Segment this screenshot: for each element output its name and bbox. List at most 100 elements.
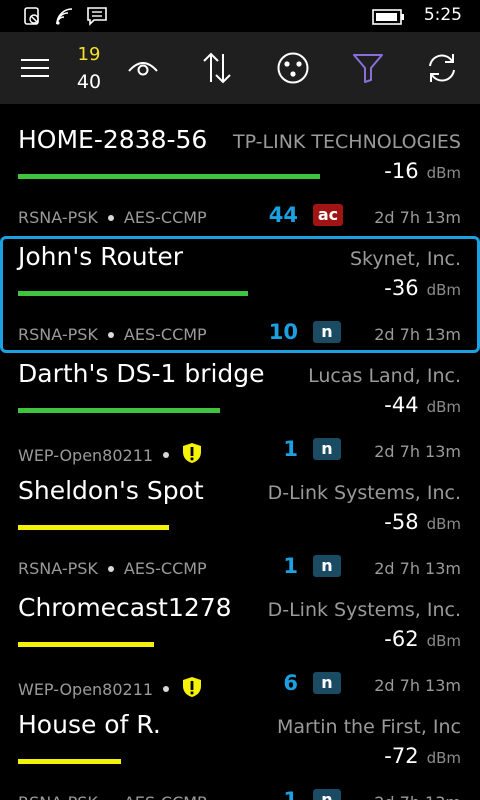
wifi-standard-badge: ac [313,204,343,226]
separator-dot [163,686,170,692]
clock: 5:25 [423,5,462,25]
security-type: RSNA-PSK [18,208,98,227]
last-seen: 2d 7h 13m [374,559,461,578]
network-name: John's Router [18,242,184,271]
wifi-icon [54,6,76,30]
message-icon [86,6,108,30]
refresh-icon [429,54,455,82]
security-type: RSNA-PSK [18,325,98,344]
signal-unit: dBm [426,281,461,299]
security-type: WEP-Open80211 [18,445,154,465]
network-item-selected[interactable]: John's Router Skynet, Inc. -36 dBm RSNA-PSK A… [0,236,480,353]
filter-icon [353,54,383,83]
last-seen: 2d 7h 13m [374,208,461,227]
wifi-standard-badge: n [313,672,341,694]
security-type: WEP-Open80211 [18,679,154,699]
channel-number: 6 [283,671,298,695]
network-item[interactable]: Darth's DS-1 bridge Lucas Land, Inc. -44 dB… [0,356,480,473]
channel-number: 1 [283,554,298,578]
security-type: RSNA-PSK [18,559,98,578]
security-info: WEP-Open80211 [18,442,203,468]
signal-strength-bar [18,291,248,296]
network-name: House of R. [18,710,161,739]
signal-dbm: -58 dBm [384,510,461,534]
signal-value: -58 [384,510,419,534]
network-item[interactable]: HOME-2838-56 TP-LINK TECHNOLOGIES -16 dBm RS… [0,122,480,239]
network-vendor: D-Link Systems, Inc. [267,482,461,504]
last-seen: 2d 7h 13m [374,325,461,344]
signal-dbm: -44 dBm [384,393,461,417]
last-seen: 2d 7h 13m [374,676,461,695]
network-vendor: D-Link Systems, Inc. [267,599,461,621]
sort-button[interactable] [192,32,242,104]
channel-number: 1 [283,437,298,461]
data-off-icon [22,6,42,30]
wifi-standard-badge: n [313,555,341,577]
signal-dbm: -72 dBm [384,744,461,768]
eye-icon [128,62,158,76]
network-vendor: Martin the First, Inc [276,716,461,738]
signal-dbm: -36 dBm [384,276,461,300]
signal-unit: dBm [426,515,461,533]
wifi-standard-badge: n [313,321,341,343]
network-name: Sheldon's Spot [18,476,204,505]
signal-strength-bar [18,642,154,647]
signal-strength-bar [18,174,320,179]
network-name: HOME-2838-56 [18,125,208,154]
signal-unit: dBm [426,632,461,650]
signal-value: -44 [384,393,419,417]
shield-warning-icon [181,442,203,468]
separator-dot [163,452,170,458]
signal-strength-bar [18,408,220,413]
signal-unit: dBm [426,398,461,416]
network-vendor: TP-LINK TECHNOLOGIES [233,131,461,153]
channels-button[interactable] [268,32,318,104]
signal-strength-bar [18,525,169,530]
network-count: 19 40 [62,32,116,104]
wifi-standard-badge: n [313,438,341,460]
total-count: 40 [76,71,102,93]
network-item[interactable]: House of R. Martin the First, Inc -72 dBm RS… [0,707,480,800]
network-name: Chromecast1278 [18,593,232,622]
channels-icon [277,52,309,84]
signal-dbm: -16 dBm [384,159,461,183]
network-item[interactable]: Chromecast1278 D-Link Systems, Inc. -62 dBm… [0,590,480,707]
shield-warning-icon [181,676,203,702]
cipher-type: AES-CCMP [123,208,207,227]
security-info: RSNA-PSK AES-CCMP [18,793,207,800]
menu-button[interactable] [10,32,60,104]
signal-value: -36 [384,276,419,300]
visible-count: 19 [77,44,101,65]
channel-number: 44 [268,203,298,227]
separator-dot [107,214,114,221]
signal-unit: dBm [426,749,461,767]
network-item[interactable]: Sheldon's Spot D-Link Systems, Inc. -58 dBm… [0,473,480,590]
signal-value: -62 [384,627,419,651]
filter-button[interactable] [343,32,393,104]
channel-number: 10 [268,320,298,344]
status-bar: 5:25 [0,0,480,32]
cipher-type: AES-CCMP [123,325,207,344]
security-info: RSNA-PSK AES-CCMP [18,208,207,227]
view-button[interactable] [118,32,168,104]
signal-strength-bar [18,759,121,764]
cipher-type: AES-CCMP [124,793,207,800]
security-info: WEP-Open80211 [18,676,203,702]
last-seen: 2d 7h 13m [374,442,461,461]
security-info: RSNA-PSK AES-CCMP [18,559,207,578]
toolbar: 19 40 [0,32,480,104]
battery-icon [372,9,406,29]
signal-dbm: -62 dBm [384,627,461,651]
network-list[interactable]: HOME-2838-56 TP-LINK TECHNOLOGIES -16 dBm RS… [0,104,480,800]
separator-dot [107,331,114,338]
hamburger-menu-icon [21,59,49,77]
sort-icon [203,52,231,84]
last-seen: 2d 7h 13m [374,793,461,800]
network-vendor: Lucas Land, Inc. [308,365,461,387]
signal-unit: dBm [426,164,461,182]
signal-value: -16 [384,159,419,183]
security-info: RSNA-PSK AES-CCMP [18,325,207,344]
refresh-button[interactable] [417,32,467,104]
separator-dot [107,565,114,572]
network-name: Darth's DS-1 bridge [18,359,265,388]
